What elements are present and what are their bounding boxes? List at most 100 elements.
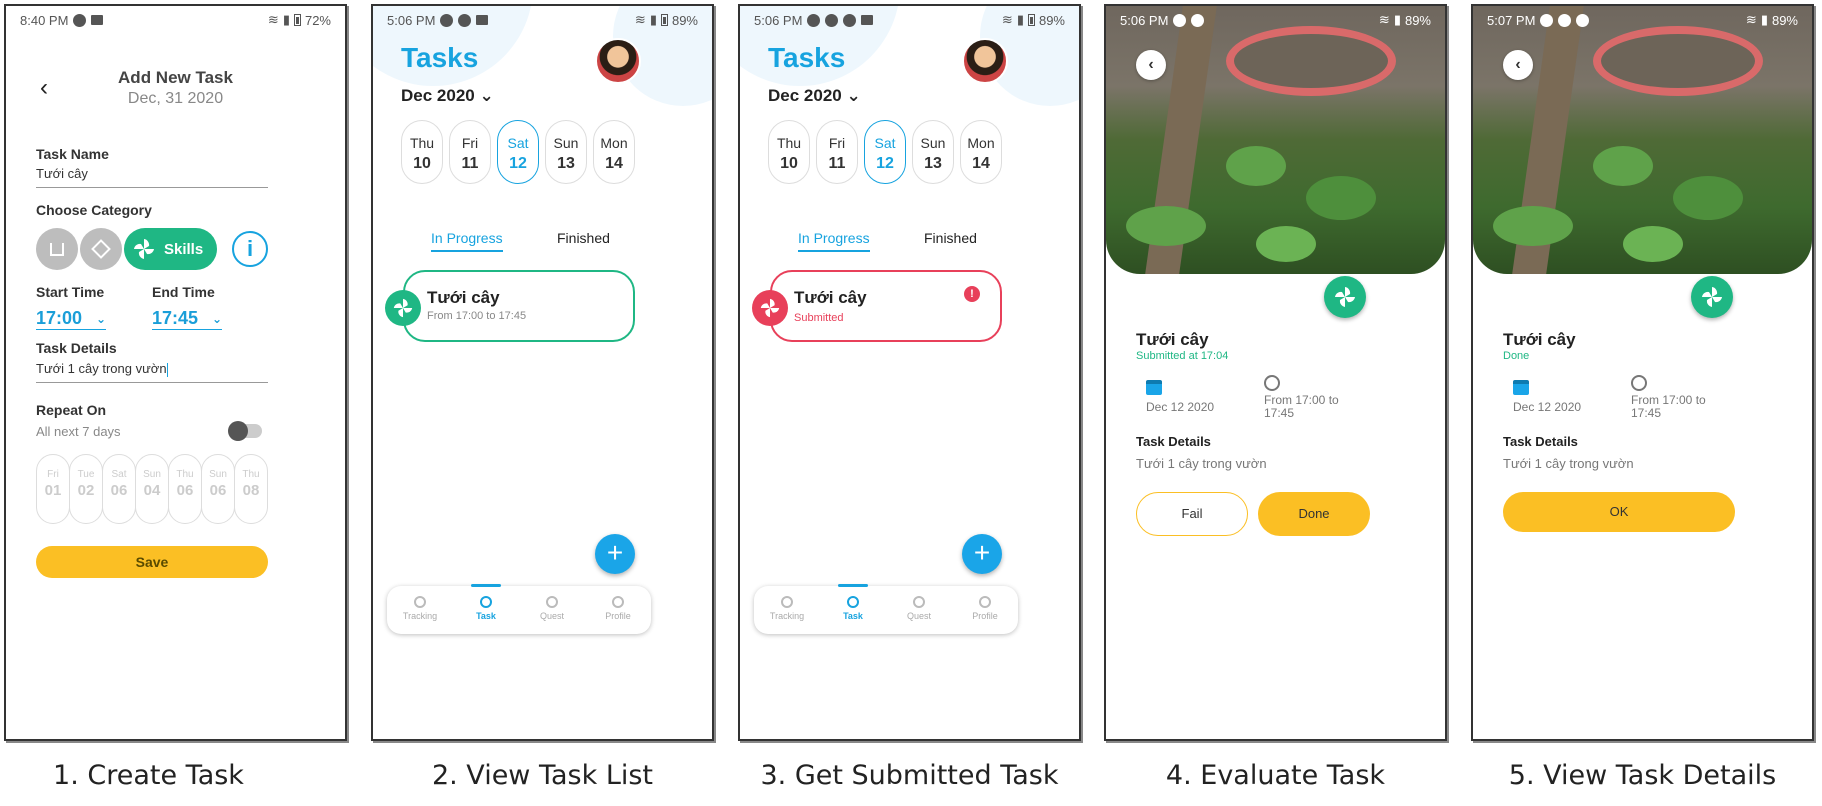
nav-quest[interactable]: Quest [886, 586, 952, 634]
task-card-submitted[interactable]: Tưới cây Submitted ! [770, 270, 1002, 342]
task-card[interactable]: Tưới cây From 17:00 to 17:45 [403, 270, 635, 342]
nav-tracking[interactable]: Tracking [387, 586, 453, 634]
screen-task-list: 5:06 PM ≋ ▮ 89% Tasks Dec 2020 ⌄ Thu 10 Fri… [371, 4, 714, 741]
back-button[interactable]: ‹ [1503, 50, 1533, 80]
category-badge [1691, 276, 1733, 318]
day-card[interactable]: Sun 13 [545, 120, 587, 184]
repeat-day-pill[interactable]: Thu 06 [168, 454, 202, 524]
repeat-day-pill[interactable]: Thu 08 [234, 454, 268, 524]
repeat-day-name: Sun [209, 469, 227, 480]
plant-pot [1226, 26, 1396, 96]
add-task-button[interactable]: + [595, 534, 635, 574]
repeat-sub-label: All next 7 days [36, 424, 121, 439]
avatar[interactable] [962, 38, 1008, 84]
avatar[interactable] [595, 38, 641, 84]
tab-in-progress[interactable]: In Progress [798, 230, 870, 252]
nav-profile[interactable]: Profile [952, 586, 1018, 634]
task-name-input[interactable]: Tưới cây [36, 166, 268, 188]
chevron-down-icon: ⌄ [96, 311, 107, 326]
nav-label: Task [476, 611, 496, 621]
task-photo [1473, 6, 1812, 274]
category-skills-button[interactable]: Skills [124, 228, 218, 270]
leaf [1593, 146, 1653, 186]
day-card[interactable]: Fri 11 [816, 120, 858, 184]
nav-label: Tracking [769, 611, 805, 621]
nav-label: Profile [605, 611, 631, 621]
repeat-day-pill[interactable]: Sat 06 [102, 454, 136, 524]
info-icon[interactable]: i [232, 231, 268, 267]
tab-in-progress[interactable]: In Progress [431, 230, 503, 252]
task-details-input[interactable]: Tưới 1 cây trong vườn [36, 361, 268, 383]
day-number: 12 [509, 155, 527, 172]
back-button[interactable]: ‹ [1136, 50, 1166, 80]
tab-finished[interactable]: Finished [557, 230, 610, 246]
repeat-toggle[interactable] [228, 421, 262, 441]
status-time: 5:06 PM [1120, 12, 1169, 28]
end-time-dropdown[interactable]: 17:45 ⌄ [152, 308, 222, 330]
nav-task[interactable]: Task [453, 584, 519, 634]
repeat-day-number: 04 [143, 482, 161, 499]
day-card[interactable]: Mon 14 [593, 120, 635, 184]
nav-quest[interactable]: Quest [519, 586, 585, 634]
nav-task[interactable]: Task [820, 584, 886, 634]
month-label: Dec 2020 [401, 86, 475, 105]
page-date: Dec, 31 2020 [127, 90, 224, 107]
leaf [1126, 206, 1206, 246]
tab-finished[interactable]: Finished [924, 230, 977, 246]
nav-profile[interactable]: Profile [585, 586, 651, 634]
app-icon [807, 13, 821, 27]
nav-label: Profile [972, 611, 998, 621]
category-home-button[interactable] [36, 228, 78, 270]
day-name: Mon [967, 135, 995, 151]
day-card[interactable]: Sun 13 [912, 120, 954, 184]
done-button[interactable]: Done [1258, 492, 1370, 536]
task-name-label: Task Name [36, 146, 109, 162]
day-card[interactable]: Thu 10 [401, 120, 443, 184]
caption-4: 4. Evaluate Task [1165, 760, 1386, 791]
app-icon [1191, 13, 1205, 27]
day-name: Thu [409, 135, 435, 151]
day-name: Sat [507, 135, 529, 151]
repeat-day-pill[interactable]: Sun 04 [135, 454, 169, 524]
task-details-label: Task Details [36, 340, 117, 356]
app-icon [843, 13, 857, 27]
wifi-icon: ≋ [267, 12, 279, 27]
month-selector[interactable]: Dec 2020 ⌄ [401, 86, 494, 106]
nav-label: Quest [539, 611, 564, 621]
day-name: Mon [600, 135, 628, 151]
repeat-day-pill[interactable]: Tue 02 [69, 454, 103, 524]
battery-level: 89% [1404, 12, 1431, 28]
day-card-selected[interactable]: Sat 12 [864, 120, 906, 184]
task-time-range: From 17:00 to 17:45 [1264, 393, 1339, 420]
day-number: 12 [876, 155, 894, 172]
ok-button[interactable]: OK [1503, 492, 1735, 532]
screen-evaluate-task: 5:06 PM ≋ ▮ 89% ‹ Tưới cây Submitted at 17… [1104, 4, 1447, 741]
repeat-day-number: 08 [242, 482, 260, 499]
repeat-day-pill[interactable]: Sun 06 [201, 454, 235, 524]
day-number: 14 [605, 155, 623, 172]
storyboard: 8:40 PM ≋ ▮ 72% ‹ Add New Task Dec, 31 202… [0, 0, 1822, 806]
day-card[interactable]: Thu 10 [768, 120, 810, 184]
day-card[interactable]: Fri 11 [449, 120, 491, 184]
category-study-button[interactable] [80, 228, 122, 270]
day-card-selected[interactable]: Sat 12 [497, 120, 539, 184]
day-card[interactable]: Mon 14 [960, 120, 1002, 184]
nav-tracking[interactable]: Tracking [754, 586, 820, 634]
status-bar: 5:07 PM ≋ ▮ 89% [1473, 6, 1812, 34]
repeat-day-pill[interactable]: Fri 01 [36, 454, 70, 524]
add-task-button[interactable]: + [962, 534, 1002, 574]
page-title: Tasks [768, 42, 846, 73]
start-time-dropdown[interactable]: 17:00 ⌄ [36, 308, 106, 330]
alert-icon: ! [964, 286, 980, 302]
app-icon [825, 13, 839, 27]
day-number: 11 [828, 155, 846, 172]
day-name: Sun [920, 135, 946, 151]
fail-button[interactable]: Fail [1136, 492, 1248, 536]
status-bar: 5:06 PM ≋ ▮ 89% [740, 6, 1079, 34]
day-name: Sun [553, 135, 579, 151]
save-button[interactable]: Save [36, 546, 268, 578]
month-selector[interactable]: Dec 2020 ⌄ [768, 86, 861, 106]
app-icon [73, 13, 87, 27]
task-icon [480, 596, 492, 608]
page-title: Tasks [401, 42, 479, 73]
